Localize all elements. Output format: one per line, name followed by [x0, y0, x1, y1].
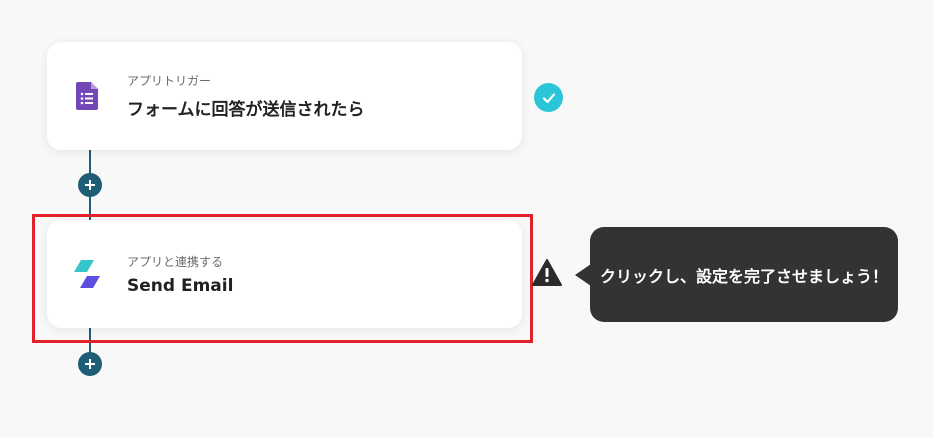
tooltip-arrow	[575, 264, 591, 286]
trigger-card[interactable]: アプリトリガー フォームに回答が送信されたら	[47, 42, 522, 150]
tooltip: クリックし、設定を完了させましょう！	[590, 227, 898, 322]
plus-icon	[85, 180, 95, 190]
google-forms-icon	[47, 82, 127, 110]
trigger-title: フォームに回答が送信されたら	[127, 100, 365, 120]
add-step-button[interactable]	[78, 352, 102, 376]
add-step-button[interactable]	[78, 173, 102, 197]
check-icon	[534, 83, 563, 112]
tooltip-text: クリックし、設定を完了させましょう！	[599, 266, 888, 286]
warning-icon	[531, 258, 563, 288]
trigger-sub-label: アプリトリガー	[127, 74, 212, 88]
highlight-frame	[32, 214, 533, 343]
plus-icon	[85, 359, 95, 369]
